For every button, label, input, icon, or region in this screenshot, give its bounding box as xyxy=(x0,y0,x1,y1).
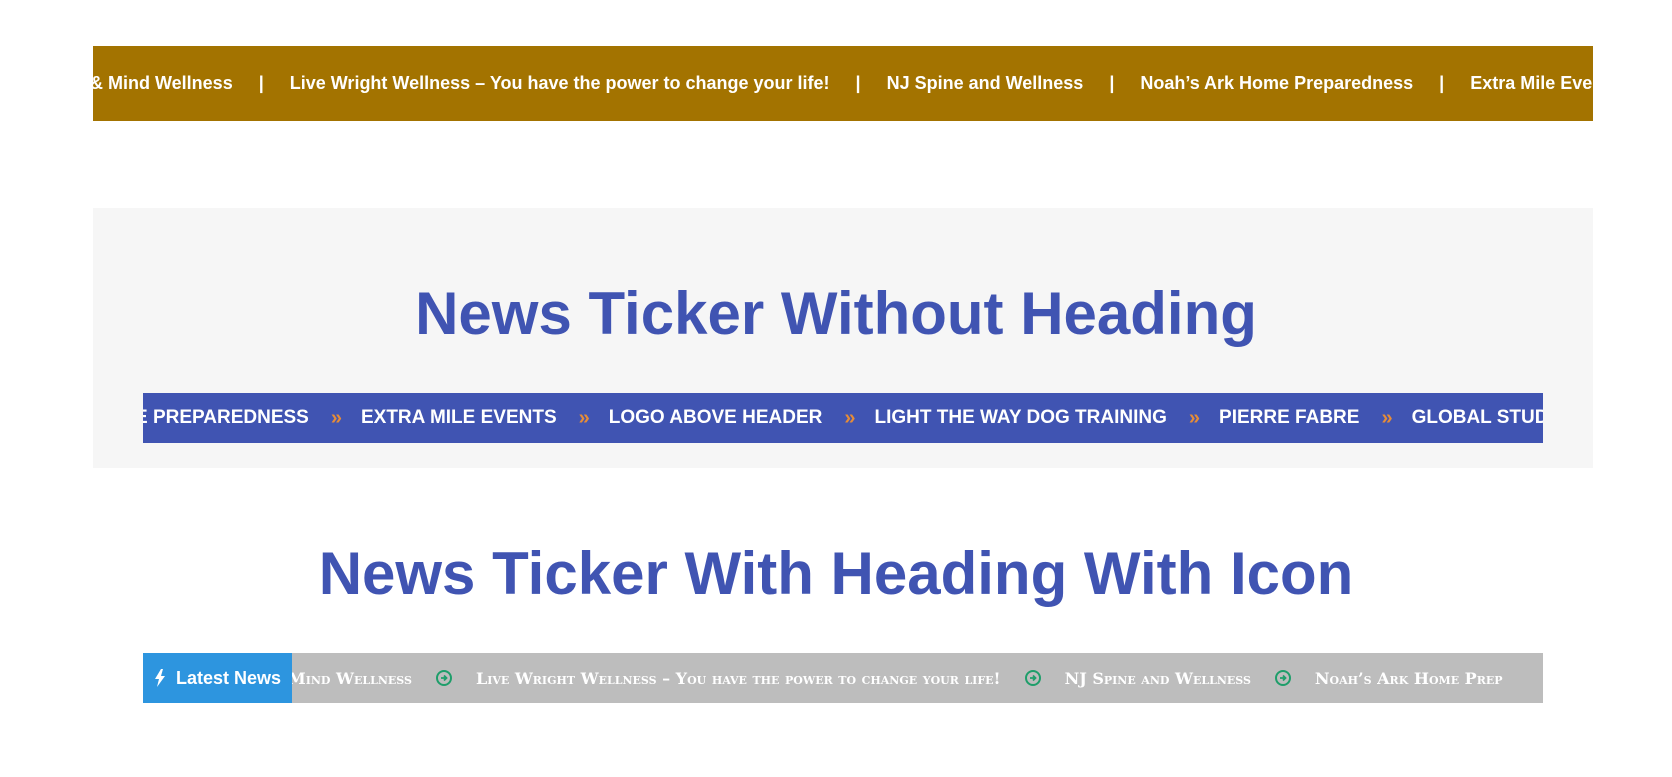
ticker-item-link[interactable]: PIERRE FABRE xyxy=(1219,407,1359,429)
ticker-separator: | xyxy=(855,73,861,93)
double-chevron-right-icon: » xyxy=(578,406,590,429)
ticker-track: y & Mind Wellness | Live Wright Wellness… xyxy=(93,46,1592,121)
double-chevron-right-icon: » xyxy=(330,406,342,429)
news-ticker-without-heading: E PREPAREDNESS » EXTRA MILE EVENTS » LOG… xyxy=(143,393,1543,443)
ticker-item-link[interactable]: NJ Spine and Wellness xyxy=(887,73,1084,94)
ticker-item-link[interactable]: Extra Mile Eve xyxy=(1470,73,1592,94)
ticker-item-link[interactable]: GLOBAL STUDENT EM xyxy=(1412,407,1543,429)
arrow-circle-right-icon xyxy=(435,670,452,686)
ticker-viewport: Mind Wellness Live Wright Wellness – You… xyxy=(292,653,1543,703)
ticker-track: Mind Wellness Live Wright Wellness – You… xyxy=(292,653,1503,703)
ticker-track: E PREPAREDNESS » EXTRA MILE EVENTS » LOG… xyxy=(143,393,1543,443)
ticker-heading-label: Latest News xyxy=(143,653,292,703)
double-chevron-right-icon: » xyxy=(1188,406,1200,429)
arrow-circle-right-icon xyxy=(1024,670,1041,686)
ticker-item-link[interactable]: LOGO ABOVE HEADER xyxy=(609,407,823,429)
ticker-item-link[interactable]: Live Wright Wellness – You have the powe… xyxy=(290,73,830,94)
bolt-icon xyxy=(154,669,166,687)
ticker-item-link[interactable]: Noah’s Ark Home Preparedness xyxy=(1140,73,1413,94)
ticker-heading-text: Latest News xyxy=(176,667,282,688)
news-ticker-with-heading: Latest News Mind Wellness Live Wright We… xyxy=(143,653,1543,703)
ticker-item-link[interactable]: NJ Spine and Wellness xyxy=(1065,669,1251,688)
news-ticker-top: y & Mind Wellness | Live Wright Wellness… xyxy=(93,46,1593,121)
ticker-item-link[interactable]: E PREPAREDNESS xyxy=(143,407,309,429)
ticker-item-link[interactable]: Mind Wellness xyxy=(292,669,412,688)
ticker-item-link[interactable]: Live Wright Wellness – You have the powe… xyxy=(476,669,1001,688)
ticker-item-link[interactable]: LIGHT THE WAY DOG TRAINING xyxy=(874,407,1166,429)
page: y & Mind Wellness | Live Wright Wellness… xyxy=(0,0,1672,777)
double-chevron-right-icon: » xyxy=(1381,406,1392,429)
ticker-item-link[interactable]: EXTRA MILE EVENTS xyxy=(361,407,557,429)
arrow-circle-right-icon xyxy=(1274,670,1291,686)
ticker-separator: | xyxy=(1109,73,1115,93)
section-heading: News Ticker With Heading With Icon xyxy=(318,540,1354,607)
ticker-separator: | xyxy=(1439,73,1445,93)
section-heading: News Ticker Without Heading xyxy=(415,280,1257,347)
double-chevron-right-icon: » xyxy=(844,406,855,429)
ticker-item-link[interactable]: Noah’s Ark Home Prep xyxy=(1315,669,1503,688)
ticker-item-link[interactable]: y & Mind Wellness xyxy=(93,73,233,94)
ticker-separator: | xyxy=(258,73,264,93)
